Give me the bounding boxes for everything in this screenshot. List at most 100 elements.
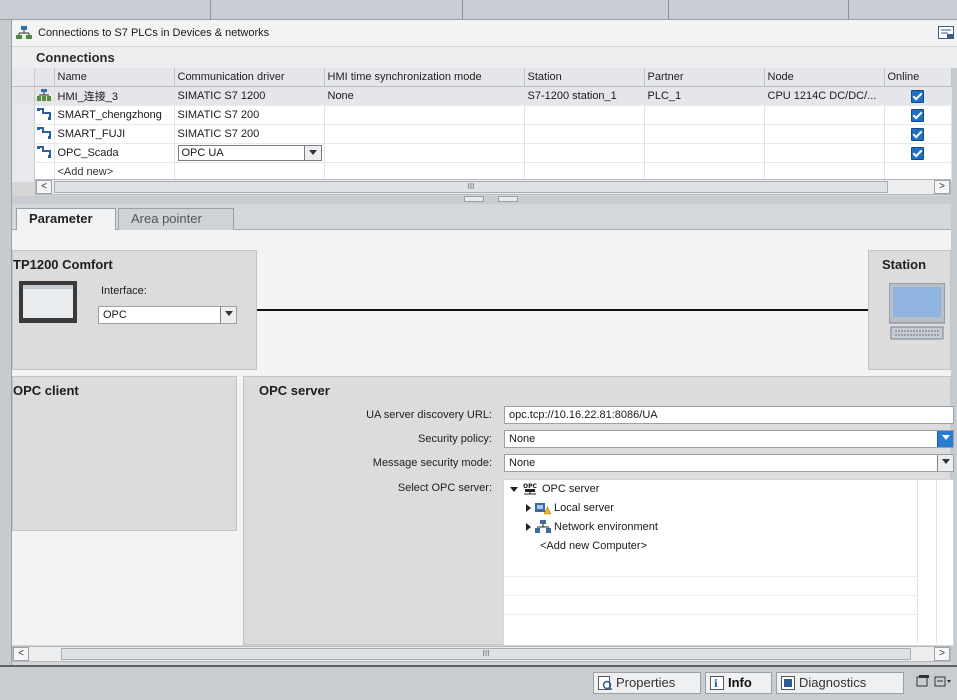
cell-node[interactable] — [764, 105, 885, 125]
cell-station[interactable] — [524, 124, 645, 144]
security-policy-dropdown[interactable]: None — [504, 430, 954, 448]
tab-diagnostics[interactable]: Diagnostics — [776, 672, 904, 694]
cell-node[interactable] — [764, 124, 885, 144]
tab-info[interactable]: i Info — [705, 672, 772, 694]
splitter-up-handle[interactable] — [464, 196, 484, 202]
col-partner[interactable]: Partner — [644, 68, 765, 87]
cell-online[interactable] — [884, 105, 952, 125]
cell-name[interactable]: SMART_FUJI — [54, 124, 175, 144]
connection-link-icon — [34, 105, 55, 125]
cell-driver[interactable]: SIMATIC S7 1200 — [174, 86, 325, 106]
online-checkbox[interactable] — [911, 108, 924, 122]
window-layout-icon[interactable] — [938, 26, 954, 40]
connection-link-icon — [34, 143, 55, 163]
pane-splitter[interactable] — [12, 196, 951, 204]
chevron-down-icon[interactable] — [220, 307, 236, 323]
cell-driver[interactable]: SIMATIC S7 200 — [174, 105, 325, 125]
table-row[interactable]: SMART_FUJI SIMATIC S7 200 — [12, 124, 952, 144]
toolbar-divider — [462, 0, 463, 20]
toolbar-divider — [668, 0, 669, 20]
cell-partner[interactable] — [644, 143, 765, 163]
url-input[interactable]: opc.tcp://10.16.22.81:8086/UA — [504, 406, 954, 424]
row-header[interactable] — [12, 143, 35, 163]
tree-item-opc-server[interactable]: OPC OPC server — [510, 480, 599, 499]
scroll-left-button[interactable]: < — [13, 647, 29, 661]
cell-partner[interactable]: PLC_1 — [644, 86, 765, 106]
tab-properties[interactable]: Properties — [593, 672, 701, 694]
chevron-down-icon[interactable] — [303, 146, 321, 160]
scroll-left-button[interactable]: < — [36, 180, 52, 194]
cell-name[interactable]: OPC_Scada — [54, 143, 175, 163]
scroll-right-button[interactable]: > — [934, 647, 950, 661]
editor-horizontal-scrollbar[interactable]: < III > — [12, 646, 951, 662]
opc-server-icon: OPC — [522, 482, 538, 495]
cell-sync[interactable] — [324, 143, 525, 163]
message-mode-dropdown[interactable]: None — [504, 454, 954, 472]
col-driver[interactable]: Communication driver — [174, 68, 325, 87]
row-header[interactable] — [12, 86, 35, 106]
collapse-icon[interactable] — [510, 486, 518, 492]
network-environment-icon — [535, 520, 551, 534]
col-sync[interactable]: HMI time synchronization mode — [324, 68, 525, 87]
cell-online[interactable] — [884, 86, 952, 106]
select-server-label: Select OPC server: — [397, 482, 492, 494]
online-checkbox[interactable] — [911, 89, 924, 103]
driver-dropdown[interactable]: OPC UA — [177, 145, 322, 161]
online-checkbox[interactable] — [911, 146, 924, 160]
chevron-down-icon[interactable] — [937, 455, 953, 471]
tree-column-divider — [917, 480, 918, 643]
cell-driver[interactable]: OPC UA — [174, 143, 325, 163]
online-checkbox[interactable] — [911, 127, 924, 141]
tree-item-local-server[interactable]: Local server — [526, 499, 614, 518]
cell-name[interactable]: SMART_chengzhong — [54, 105, 175, 125]
row-header[interactable] — [12, 162, 35, 182]
svg-text:i: i — [714, 679, 718, 690]
tree-item-add-computer[interactable]: <Add new Computer> — [540, 537, 647, 556]
cell-node[interactable] — [764, 143, 885, 163]
col-name[interactable]: Name — [54, 68, 175, 87]
cell-driver[interactable]: SIMATIC S7 200 — [174, 124, 325, 144]
cell-sync[interactable] — [324, 124, 525, 144]
splitter-down-handle[interactable] — [498, 196, 518, 202]
scroll-right-button[interactable]: > — [934, 180, 950, 194]
chevron-down-icon[interactable] — [937, 431, 953, 447]
cell-sync[interactable]: None — [324, 86, 525, 106]
connections-table: Name Communication driver HMI time synch… — [12, 68, 952, 182]
table-header-row: Name Communication driver HMI time synch… — [12, 68, 952, 87]
expand-icon[interactable] — [526, 523, 531, 532]
cell-station[interactable] — [524, 105, 645, 125]
table-horizontal-scrollbar[interactable]: < III > — [35, 179, 951, 195]
cell-online[interactable] — [884, 143, 952, 163]
row-header[interactable] — [12, 105, 35, 125]
opc-server-tree[interactable]: OPC OPC server Local server Network envir… — [503, 479, 954, 646]
parameter-area: TP1200 Comfort Interface: OPC Station OP… — [12, 230, 954, 646]
tree-item-network-environment[interactable]: Network environment — [526, 518, 658, 537]
interface-dropdown[interactable]: OPC — [98, 306, 237, 324]
row-header[interactable] — [12, 124, 35, 144]
table-row[interactable]: SMART_chengzhong SIMATIC S7 200 — [12, 105, 952, 125]
cell-partner[interactable] — [644, 124, 765, 144]
cell-sync[interactable] — [324, 105, 525, 125]
tab-area-pointer[interactable]: Area pointer — [118, 208, 234, 230]
expand-icon[interactable] — [526, 504, 531, 513]
connection-link-icon — [34, 124, 55, 144]
col-station[interactable]: Station — [524, 68, 645, 87]
cell-online[interactable] — [884, 124, 952, 144]
cell-node[interactable]: CPU 1214C DC/DC/... — [764, 86, 885, 106]
scroll-thumb[interactable]: III — [54, 181, 888, 193]
tree-column-divider — [936, 480, 937, 643]
panel-window-controls-icon[interactable] — [916, 675, 952, 689]
table-row[interactable]: HMI_连接_3 SIMATIC S7 1200 None S7-1200 st… — [12, 86, 952, 106]
cell-station[interactable]: S7-1200 station_1 — [524, 86, 645, 106]
message-mode-label: Message security mode: — [372, 457, 492, 469]
cell-partner[interactable] — [644, 105, 765, 125]
col-node[interactable]: Node — [764, 68, 885, 87]
cell-station[interactable] — [524, 143, 645, 163]
tab-parameter[interactable]: Parameter — [16, 208, 116, 231]
scroll-thumb[interactable]: III — [61, 648, 911, 660]
connections-heading: Connections — [36, 50, 115, 65]
editor-title: Connections to S7 PLCs in Devices & netw… — [38, 27, 270, 39]
col-online[interactable]: Online — [884, 68, 952, 87]
table-row[interactable]: OPC_Scada OPC UA — [12, 143, 952, 163]
cell-name[interactable]: HMI_连接_3 — [54, 86, 175, 106]
